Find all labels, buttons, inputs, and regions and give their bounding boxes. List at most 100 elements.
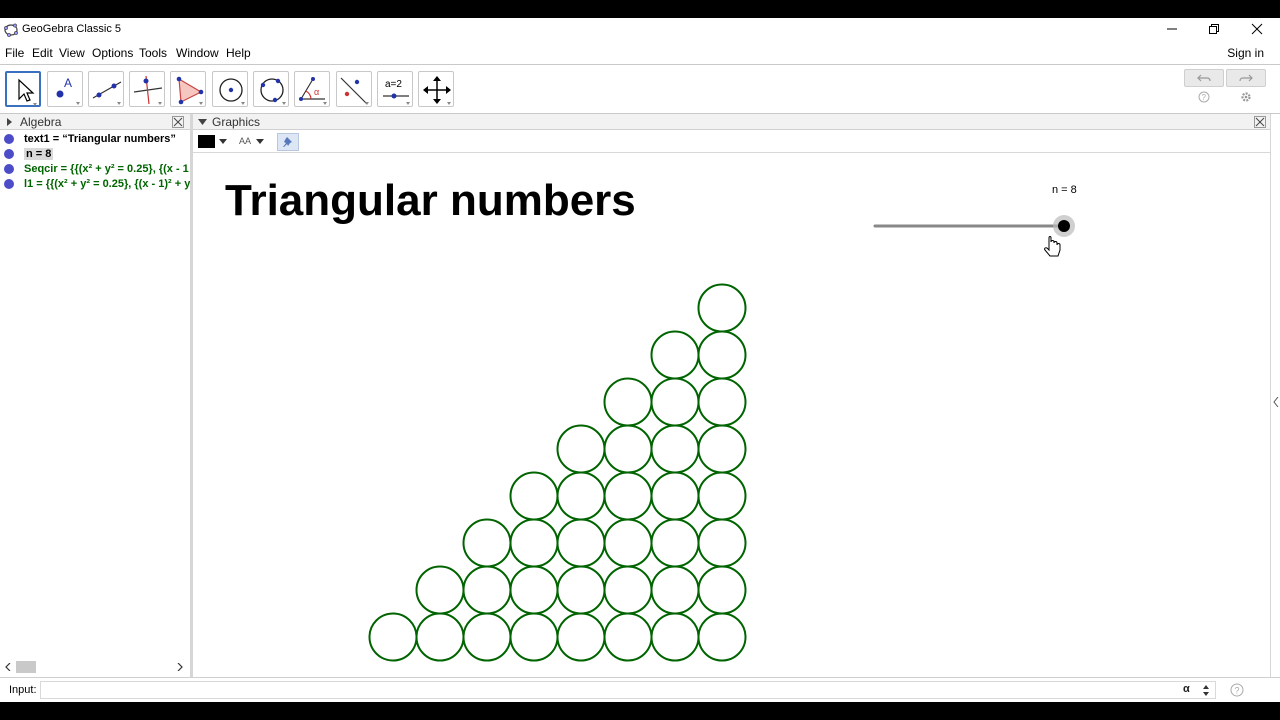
menu-bar: File Edit View Options Tools Window Help… <box>0 42 1280 64</box>
reflect-tool[interactable] <box>336 71 372 107</box>
sequence-circle[interactable] <box>697 377 747 427</box>
sequence-circle[interactable] <box>462 612 512 662</box>
svg-text:A: A <box>64 76 72 90</box>
line-icon <box>92 81 122 105</box>
close-view-icon[interactable] <box>172 116 184 128</box>
menu-file[interactable]: File <box>5 46 24 60</box>
menu-help[interactable]: Help <box>226 46 251 60</box>
sequence-circle[interactable] <box>603 471 653 521</box>
move-tool[interactable] <box>5 71 41 107</box>
undo-button[interactable] <box>1184 69 1224 87</box>
toolbar: A α a=2 ? <box>0 65 1280 113</box>
algebra-row-text: l1 = {{(x² + y² = 0.25}, {(x - 1)² + y <box>24 178 190 190</box>
sequence-circle[interactable] <box>603 518 653 568</box>
sequence-circle[interactable] <box>603 424 653 474</box>
slider-tool[interactable]: a=2 <box>377 71 413 107</box>
visibility-toggle-icon[interactable] <box>4 179 14 189</box>
redo-button[interactable] <box>1226 69 1266 87</box>
scroll-right-arrow-icon[interactable] <box>176 663 184 671</box>
expand-arrow-icon[interactable] <box>6 117 14 127</box>
sequence-circle[interactable] <box>697 471 747 521</box>
sequence-circle[interactable] <box>509 518 559 568</box>
visibility-toggle-icon[interactable] <box>4 164 14 174</box>
sequence-circle[interactable] <box>650 377 700 427</box>
sequence-circle[interactable] <box>556 424 606 474</box>
color-swatch-button[interactable] <box>198 135 215 148</box>
text-size-button[interactable]: AA <box>239 136 251 146</box>
pin-button[interactable] <box>277 133 299 151</box>
sequence-circle[interactable] <box>509 471 559 521</box>
close-icon[interactable] <box>1235 18 1279 40</box>
sequence-circle[interactable] <box>603 565 653 615</box>
visibility-toggle-icon[interactable] <box>4 134 14 144</box>
algebra-horizontal-scrollbar[interactable] <box>0 659 190 675</box>
sequence-circle[interactable] <box>415 565 465 615</box>
sequence-circle[interactable] <box>697 424 747 474</box>
menu-tools[interactable]: Tools <box>139 46 167 60</box>
sign-in-link[interactable]: Sign in <box>1227 46 1264 60</box>
input-help-icon[interactable]: ? <box>1230 683 1244 697</box>
circle-three-points-tool[interactable] <box>253 71 289 107</box>
geogebra-window: GeoGebra Classic 5 File Edit View Option… <box>0 18 1280 702</box>
sequence-circle[interactable] <box>556 612 606 662</box>
menu-window[interactable]: Window <box>176 46 219 60</box>
sequence-circle[interactable] <box>556 565 606 615</box>
line-tool[interactable] <box>88 71 124 107</box>
sequence-circle[interactable] <box>650 518 700 568</box>
algebra-row-text1[interactable]: text1 = “Triangular numbers” <box>0 132 190 147</box>
sequence-circle[interactable] <box>697 518 747 568</box>
collapse-arrow-icon[interactable] <box>1273 397 1279 407</box>
menu-edit[interactable]: Edit <box>32 46 53 60</box>
move-graphics-view-tool[interactable] <box>418 71 454 107</box>
input-field[interactable] <box>40 681 1216 699</box>
menu-options[interactable]: Options <box>92 46 133 60</box>
sequence-circle[interactable] <box>650 565 700 615</box>
sequence-circle[interactable] <box>650 330 700 380</box>
point-tool[interactable]: A <box>47 71 83 107</box>
sequence-circle[interactable] <box>462 565 512 615</box>
slider-knob[interactable] <box>1053 215 1075 237</box>
scroll-left-arrow-icon[interactable] <box>4 663 12 671</box>
close-view-icon[interactable] <box>1254 116 1266 128</box>
sequence-circle[interactable] <box>650 424 700 474</box>
style-bar-toggle-icon[interactable] <box>198 118 208 126</box>
sequence-circle[interactable] <box>697 330 747 380</box>
scrollbar-thumb[interactable] <box>16 661 36 673</box>
settings-gear-icon[interactable] <box>1240 91 1252 103</box>
polygon-tool[interactable] <box>170 71 206 107</box>
sequence-circle[interactable] <box>650 612 700 662</box>
sequence-circle[interactable] <box>368 612 418 662</box>
input-label: Input: <box>9 684 37 696</box>
sequence-circle[interactable] <box>556 471 606 521</box>
reflect-line-icon <box>340 77 369 105</box>
help-icon[interactable]: ? <box>1198 91 1210 103</box>
graphics-view-title: Graphics <box>212 115 261 129</box>
sequence-circle[interactable] <box>697 565 747 615</box>
sequence-circle[interactable] <box>509 612 559 662</box>
sequence-circle[interactable] <box>462 518 512 568</box>
dropdown-arrow-icon[interactable] <box>219 139 227 145</box>
algebra-row-l1[interactable]: l1 = {{(x² + y² = 0.25}, {(x - 1)² + y <box>0 177 190 192</box>
angle-tool[interactable]: α <box>294 71 330 107</box>
sequence-circle[interactable] <box>697 283 747 333</box>
sequence-circle[interactable] <box>603 612 653 662</box>
perpendicular-line-tool[interactable] <box>129 71 165 107</box>
symbol-alpha-button[interactable]: α <box>1183 683 1190 695</box>
sequence-circle[interactable] <box>415 612 465 662</box>
sequence-circle[interactable] <box>509 565 559 615</box>
dropdown-arrow-icon[interactable] <box>256 139 264 145</box>
sequence-circle[interactable] <box>603 377 653 427</box>
graphics-view[interactable]: Triangular numbers n = 8 <box>193 154 1270 677</box>
algebra-row-n[interactable]: n = 8 <box>0 147 190 162</box>
algebra-row-seqcir[interactable]: Seqcir = {{(x² + y² = 0.25}, {(x - 1 <box>0 162 190 177</box>
history-arrows-icon[interactable] <box>1202 685 1210 697</box>
sequence-circle[interactable] <box>556 518 606 568</box>
sequence-circle[interactable] <box>697 612 747 662</box>
restore-icon[interactable] <box>1192 18 1236 40</box>
circle-center-point-tool[interactable] <box>212 71 248 107</box>
algebra-row-text: n = 8 <box>24 148 54 160</box>
visibility-toggle-icon[interactable] <box>4 149 14 159</box>
sequence-circle[interactable] <box>650 471 700 521</box>
menu-view[interactable]: View <box>59 46 85 60</box>
minimize-icon[interactable] <box>1150 18 1194 40</box>
